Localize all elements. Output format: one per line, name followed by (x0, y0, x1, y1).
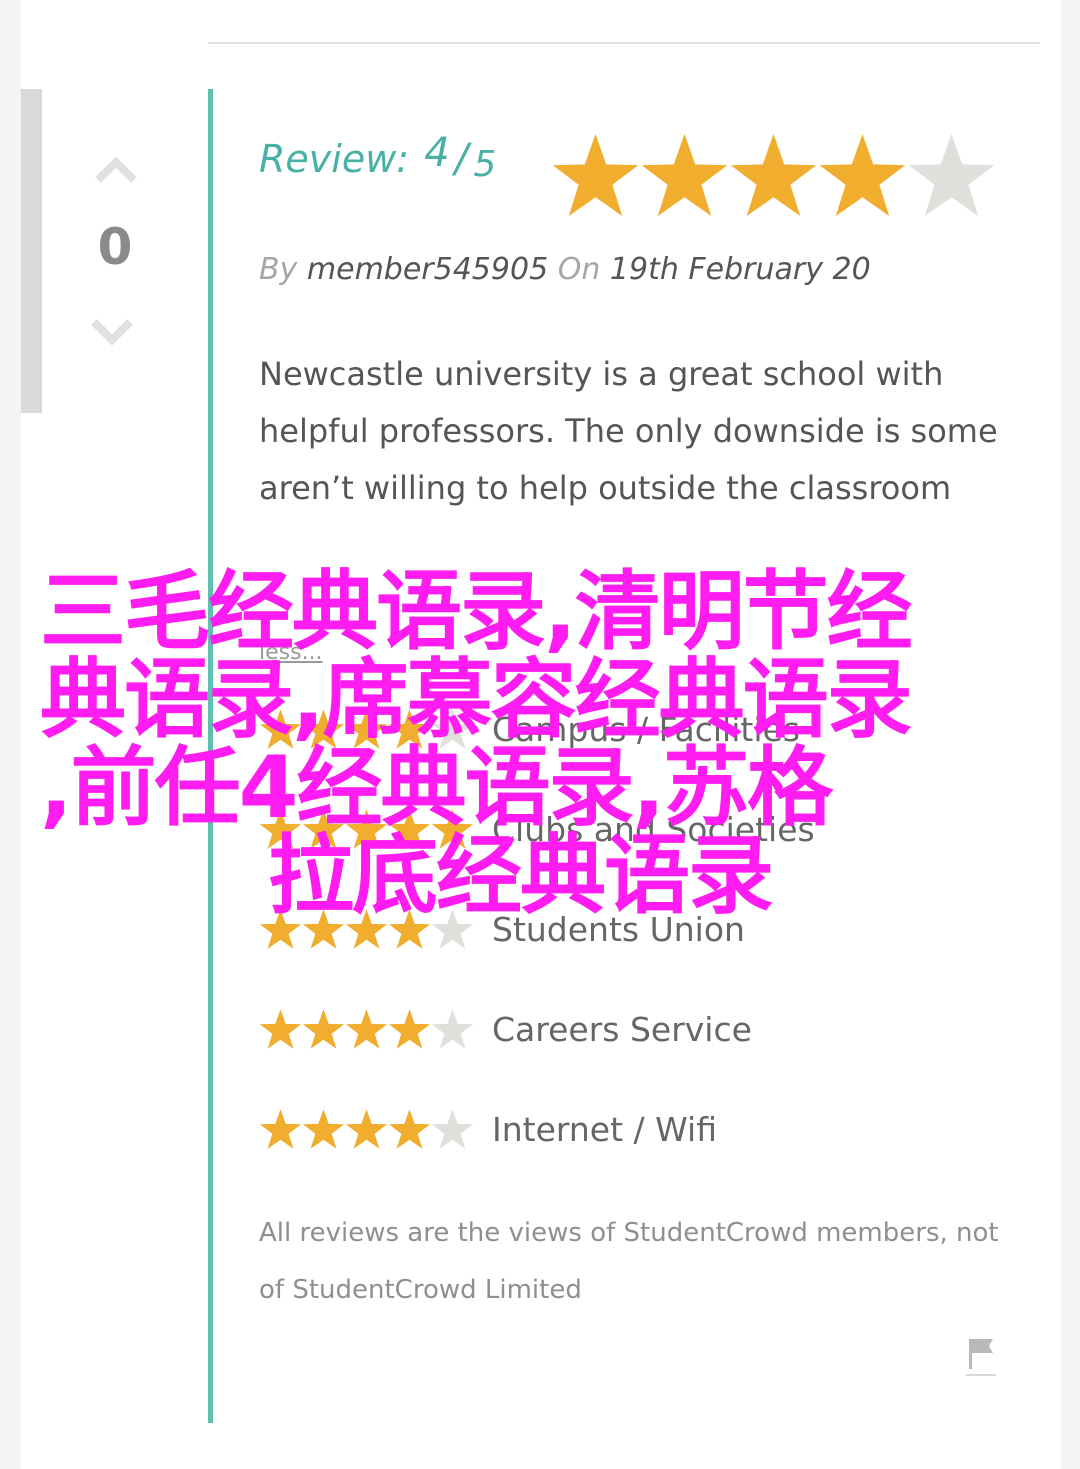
star-empty-icon (908, 134, 995, 216)
star-filled-icon (819, 134, 906, 216)
downvote-chevron-icon[interactable] (90, 318, 134, 348)
star-filled-icon (641, 134, 728, 216)
overlay-line-3: ,前任4经典语录,苏格 (40, 738, 833, 838)
rating-row: Internet / Wifi (259, 1104, 717, 1154)
star-filled-icon (259, 1009, 302, 1049)
overlay-line-2: 典语录,席慕容经典语录 (40, 650, 913, 750)
star-filled-icon (345, 1009, 388, 1049)
overlay-line-1: 三毛经典语录,清明节经 (40, 562, 913, 662)
byline-on: On (557, 252, 601, 287)
review-score-max: 5 (473, 144, 497, 185)
star-filled-icon (730, 134, 817, 216)
byline-date: 19th February 20 (609, 252, 871, 287)
disclaimer: All reviews are the views of StudentCrow… (259, 1218, 999, 1305)
overall-star-rating (551, 132, 996, 218)
review-score-heading: Review: 4 / 5 (259, 130, 497, 196)
top-divider (208, 42, 1040, 44)
star-empty-icon (431, 1109, 474, 1149)
rating-row: Careers Service (259, 1004, 752, 1054)
star-filled-icon (302, 1009, 345, 1049)
vote-sidebar-bar (21, 89, 42, 413)
byline-by: By (259, 252, 298, 287)
byline-author[interactable]: member545905 (307, 252, 548, 287)
rating-label: Careers Service (492, 1009, 752, 1049)
review-score: 4 (424, 130, 450, 176)
flag-icon[interactable] (966, 1335, 996, 1377)
review-score-slash: / (454, 136, 469, 182)
review-label: Review: (259, 137, 410, 181)
rating-stars (259, 1008, 489, 1050)
star-filled-icon (259, 1109, 302, 1149)
rating-label: Internet / Wifi (492, 1109, 717, 1149)
overlay-watermark-text: 三毛经典语录,清明节经 典语录,席慕容经典语录 ,前任4经典语录,苏格 拉底经典… (40, 568, 1000, 920)
upvote-chevron-icon[interactable] (94, 154, 138, 184)
star-filled-icon (388, 1009, 431, 1049)
star-filled-icon (552, 134, 639, 216)
rating-stars (259, 1108, 489, 1150)
review-body: Newcastle university is a great school w… (259, 355, 998, 507)
overlay-line-4: 拉底经典语录 (268, 826, 774, 926)
star-filled-icon (388, 1109, 431, 1149)
star-filled-icon (302, 1109, 345, 1149)
star-empty-icon (431, 1009, 474, 1049)
vote-count: 0 (97, 218, 133, 276)
vote-control: 0 (70, 140, 160, 360)
star-filled-icon (345, 1109, 388, 1149)
review-byline: By member545905 On 19th February 20 (259, 252, 871, 287)
